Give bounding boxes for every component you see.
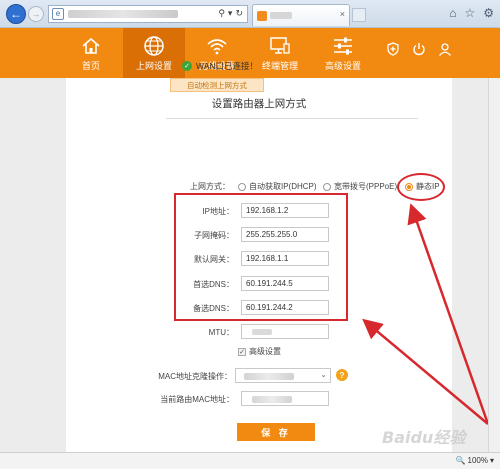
arrow-right-icon: → — [31, 9, 41, 19]
globe-icon — [143, 35, 165, 57]
page-icon: e — [52, 8, 64, 20]
zoom-icon: 🔍 — [455, 456, 466, 465]
mtu-input[interactable] — [241, 324, 329, 339]
radio-pppoe[interactable]: 宽带拨号(PPPoE) — [323, 181, 397, 192]
router-favicon-icon — [257, 10, 267, 21]
nav-advanced-settings[interactable]: 高级设置 — [312, 28, 374, 78]
mtu-value-blurred — [252, 329, 272, 335]
current-mac-field — [241, 391, 329, 406]
radio-dhcp[interactable]: 自动获取IP(DHCP) — [238, 181, 317, 192]
tab-close-icon[interactable]: × — [340, 9, 345, 19]
annotation-box — [174, 193, 348, 321]
save-button[interactable]: 保 存 — [237, 423, 315, 441]
tab-title-blurred — [270, 12, 292, 19]
new-tab-button[interactable] — [352, 8, 366, 22]
vertical-scrollbar[interactable] — [488, 78, 500, 452]
power-icon[interactable] — [412, 42, 426, 56]
annotation-ellipse — [397, 173, 445, 201]
radio-button[interactable] — [323, 182, 331, 191]
chevron-down-icon: ⌄ — [320, 370, 327, 379]
arrow-left-icon: ← — [10, 7, 22, 21]
mtu-label: MTU： — [208, 328, 234, 337]
search-icon[interactable]: ⚲ — [218, 8, 225, 19]
wan-status: ✓ WAN口已连接！ — [182, 60, 258, 72]
home-icon[interactable]: ⌂ — [449, 6, 456, 20]
home-icon — [81, 35, 101, 57]
nav-internet-settings[interactable]: 上网设置 — [123, 28, 185, 78]
gear-icon[interactable]: ⚙ — [483, 6, 494, 20]
help-icon[interactable]: ? — [336, 369, 348, 381]
monitor-icon — [269, 35, 291, 57]
check-icon: ✓ — [182, 61, 192, 71]
wan-status-text: WAN口已连接！ — [196, 61, 259, 71]
zoom-control[interactable]: 🔍 100% ▾ — [456, 456, 494, 465]
wifi-icon — [206, 35, 228, 57]
star-icon[interactable]: ☆ — [464, 6, 475, 20]
mac-clone-select[interactable]: ⌄ — [235, 368, 331, 383]
chevron-down-icon: ▾ — [489, 456, 494, 465]
nav-home[interactable]: 首页 — [60, 28, 122, 78]
radio-button[interactable] — [238, 182, 246, 191]
nav-terminal-management[interactable]: 终端管理 — [249, 28, 311, 78]
mac-clone-value-blurred — [244, 373, 294, 380]
title-divider — [166, 118, 418, 119]
checkbox-icon[interactable]: ✓ — [238, 347, 246, 356]
dropdown-icon[interactable]: ▾ — [228, 8, 233, 19]
watermark: Baidu经验 — [382, 428, 466, 447]
sliders-icon — [332, 35, 354, 57]
mac-clone-label: MAC地址克隆操作： — [158, 372, 232, 381]
connection-type-label: 上网方式： — [190, 182, 230, 191]
user-icon[interactable] — [438, 42, 452, 56]
shield-plus-icon[interactable] — [386, 42, 400, 56]
back-button[interactable]: ← — [6, 4, 26, 24]
advanced-settings-toggle[interactable]: ✓ 高级设置 — [238, 346, 281, 357]
address-bar[interactable]: e ⚲ ▾ ↻ — [48, 5, 248, 23]
address-text-blurred — [68, 10, 178, 18]
current-mac-label: 当前路由MAC地址： — [160, 395, 234, 404]
auto-detect-button[interactable]: 自动检测上网方式 — [170, 78, 264, 92]
page-title: 设置路由器上网方式 — [211, 98, 307, 110]
status-bar: 🔍 100% ▾ — [0, 452, 500, 469]
browser-tab[interactable]: × — [252, 4, 350, 26]
mac-value-blurred — [252, 396, 292, 403]
forward-button[interactable]: → — [28, 6, 44, 22]
browser-toolbar: ← → e ⚲ ▾ ↻ × ⌂ ☆ ⚙ — [0, 0, 500, 28]
refresh-icon[interactable]: ↻ — [235, 8, 243, 19]
